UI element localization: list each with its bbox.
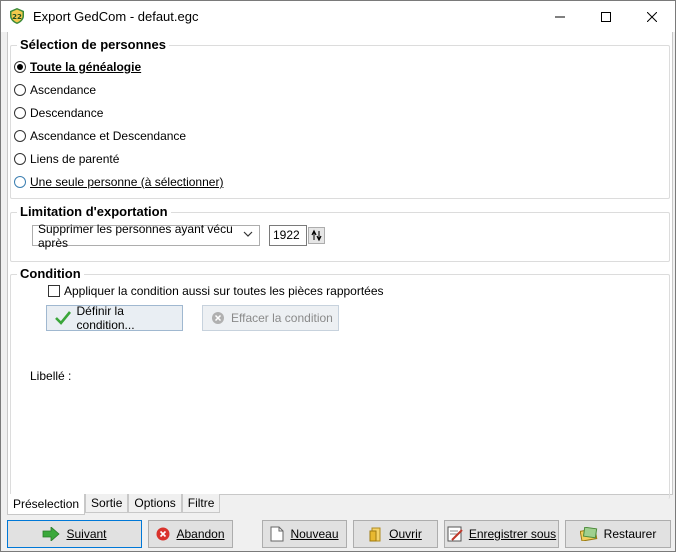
define-condition-label: Définir la condition... bbox=[76, 304, 135, 332]
radio-liens-parente[interactable]: Liens de parenté bbox=[14, 150, 119, 168]
export-gedcom-window: 22 Export GedCom - defaut.egc Sélection … bbox=[0, 0, 676, 552]
restore-icon bbox=[579, 527, 597, 541]
radio-label: Descendance bbox=[30, 106, 104, 120]
year-input[interactable]: 1922 bbox=[269, 225, 307, 246]
radio-label: Ascendance bbox=[30, 83, 97, 97]
clear-condition-button[interactable]: Effacer la condition bbox=[202, 305, 339, 331]
apply-condition-checkbox[interactable] bbox=[48, 285, 60, 297]
tab-strip: Préselection Sortie Options Filtre bbox=[7, 494, 221, 515]
cancel-icon bbox=[156, 527, 170, 541]
radio-label: Ascendance et Descendance bbox=[30, 129, 187, 143]
radio-button[interactable] bbox=[14, 130, 26, 142]
open-folder-icon bbox=[369, 527, 381, 542]
maximize-button[interactable] bbox=[583, 1, 629, 32]
radio-une-seule-personne[interactable]: Une seule personne (à sélectionner) bbox=[14, 173, 223, 191]
save-as-icon bbox=[447, 526, 463, 542]
radio-ascendance[interactable]: Ascendance bbox=[14, 81, 96, 99]
tab-preselection[interactable]: Préselection bbox=[7, 494, 86, 515]
radio-button[interactable] bbox=[14, 153, 26, 165]
restaurer-label: Restaurer bbox=[603, 527, 657, 541]
tab-options[interactable]: Options bbox=[128, 494, 182, 513]
radio-label: Toute la généalogie bbox=[30, 60, 142, 74]
nouveau-label: Nouveau bbox=[290, 527, 339, 541]
close-icon bbox=[647, 11, 657, 22]
clear-icon bbox=[212, 312, 224, 324]
radio-button[interactable] bbox=[14, 176, 26, 188]
restaurer-button[interactable]: Restaurer bbox=[565, 520, 671, 548]
tab-filtre[interactable]: Filtre bbox=[181, 494, 221, 513]
minimize-button[interactable] bbox=[537, 1, 583, 32]
ouvrir-label: Ouvrir bbox=[389, 527, 422, 541]
radio-label: Liens de parenté bbox=[30, 152, 120, 166]
radio-ascendance-descendance[interactable]: Ascendance et Descendance bbox=[14, 127, 186, 145]
apply-condition-row[interactable]: Appliquer la condition aussi sur toutes … bbox=[48, 284, 384, 298]
radio-label: Une seule personne (à sélectionner) bbox=[30, 175, 224, 189]
app-shield-icon: 22 bbox=[10, 8, 24, 24]
abandon-button[interactable]: Abandon bbox=[148, 520, 233, 548]
nouveau-button[interactable]: Nouveau bbox=[262, 520, 347, 548]
enregistrer-sous-button[interactable]: Enregistrer sous bbox=[444, 520, 559, 548]
window-title: Export GedCom - defaut.egc bbox=[33, 9, 199, 24]
define-condition-button[interactable]: Définir la condition... bbox=[46, 304, 183, 332]
radio-toute-genealogie[interactable]: Toute la généalogie bbox=[14, 58, 141, 76]
suivant-label: Suivant bbox=[66, 527, 107, 541]
new-document-icon bbox=[270, 526, 284, 542]
limitation-group-title: Limitation d'exportation bbox=[17, 204, 171, 219]
radio-button[interactable] bbox=[14, 107, 26, 119]
apply-condition-label: Appliquer la condition aussi sur toutes … bbox=[64, 284, 384, 298]
radio-button[interactable] bbox=[14, 84, 26, 96]
radio-button[interactable] bbox=[14, 61, 26, 73]
ouvrir-button[interactable]: Ouvrir bbox=[353, 520, 438, 548]
libelle-label: Libellé : bbox=[30, 369, 72, 383]
condition-group-title: Condition bbox=[17, 266, 84, 281]
close-button[interactable] bbox=[629, 1, 675, 32]
enregistrer-sous-label: Enregistrer sous bbox=[468, 527, 557, 541]
preselection-panel: Sélection de personnes Toute la généalog… bbox=[7, 32, 673, 499]
abandon-label: Abandon bbox=[176, 527, 225, 541]
minimize-icon bbox=[555, 16, 565, 17]
maximize-icon bbox=[601, 11, 611, 22]
spin-arrows-icon bbox=[311, 229, 322, 242]
selection-group-title: Sélection de personnes bbox=[17, 37, 169, 52]
year-spinner[interactable] bbox=[308, 227, 325, 244]
limitation-select-value: Supprimer les personnes ayant vécu après bbox=[38, 221, 233, 250]
limitation-select[interactable]: Supprimer les personnes ayant vécu après bbox=[32, 222, 260, 250]
checkmark-icon bbox=[55, 311, 71, 325]
chevron-down-icon bbox=[243, 231, 253, 237]
app-icon-badge: 22 bbox=[12, 13, 22, 21]
arrow-right-icon bbox=[43, 527, 61, 541]
tab-sortie[interactable]: Sortie bbox=[85, 494, 129, 513]
suivant-button[interactable]: Suivant bbox=[7, 520, 142, 548]
clear-condition-label: Effacer la condition bbox=[231, 311, 333, 325]
title-bar: 22 Export GedCom - defaut.egc bbox=[1, 1, 675, 32]
radio-descendance[interactable]: Descendance bbox=[14, 104, 103, 122]
